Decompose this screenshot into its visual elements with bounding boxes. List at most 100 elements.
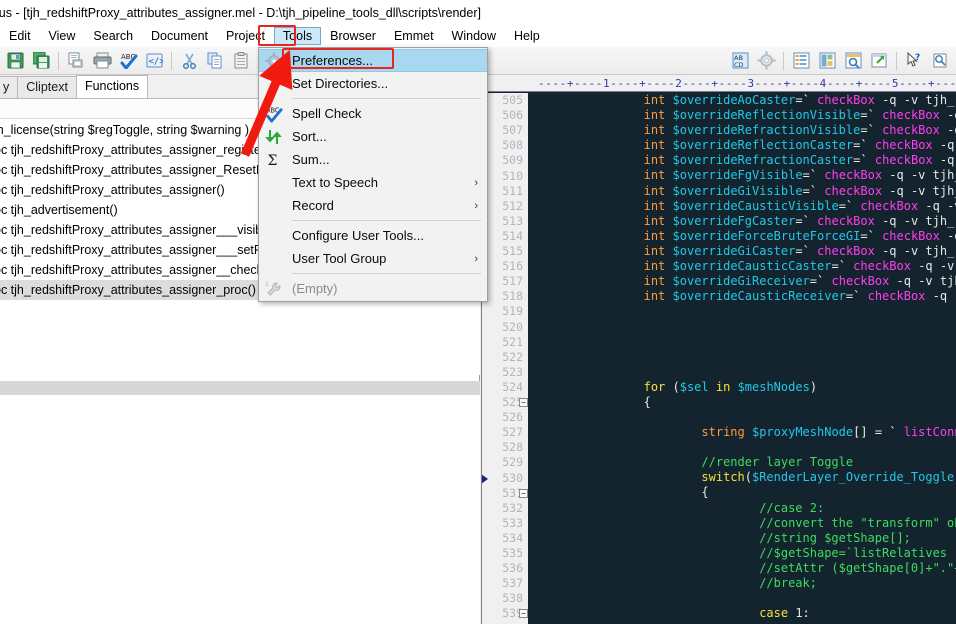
code-token: = xyxy=(809,274,818,289)
code-line[interactable]: int $overrideCausticReceiver=` checkBox … xyxy=(528,289,956,304)
code-line[interactable]: //convert the "transform" ob xyxy=(528,516,956,531)
code-line[interactable] xyxy=(528,440,956,455)
spell-check-icon[interactable]: ABC xyxy=(116,49,140,73)
menu-item-label: Help xyxy=(514,29,540,43)
code-token: -q xyxy=(939,138,955,153)
code-line[interactable] xyxy=(528,410,956,425)
menu-item-label: Emmet xyxy=(393,29,434,43)
code-line[interactable]: int $overrideRefractionVisible=` checkBo… xyxy=(528,123,956,138)
code-line[interactable] xyxy=(528,304,956,319)
code-line[interactable]: int $overrideReflectionVisible=` checkBo… xyxy=(528,108,956,123)
ab-cd-icon[interactable]: AB CD xyxy=(728,49,752,73)
bookmark-marker[interactable] xyxy=(481,473,488,484)
code-line[interactable]: int $overrideReflectionCaster=` checkBox… xyxy=(528,138,956,153)
code-line[interactable]: { xyxy=(528,395,956,410)
menu-item-view[interactable]: View xyxy=(40,27,85,45)
code-token: case xyxy=(759,606,789,621)
menu-item-set-directories[interactable]: Set Directories... xyxy=(259,72,487,95)
code-line[interactable] xyxy=(528,365,956,380)
title-bar: lus - [tjh_redshiftProxy_attributes_assi… xyxy=(0,0,956,25)
code-token: int xyxy=(643,138,666,153)
code-tags-icon[interactable]: </> xyxy=(142,49,166,73)
code-token: $sel xyxy=(679,379,709,394)
context-help-icon[interactable] xyxy=(928,49,952,73)
save-all-icon[interactable] xyxy=(29,49,53,73)
code-line[interactable]: int $overrideCausticVisible=` checkBox -… xyxy=(528,199,956,214)
copy-icon[interactable] xyxy=(203,49,227,73)
menu-item-tools[interactable]: Tools xyxy=(273,27,322,45)
code-line[interactable]: switch($RenderLayer_Override_Toggle) xyxy=(528,470,956,485)
code-fold-toggle[interactable]: − xyxy=(519,398,528,407)
code-line[interactable] xyxy=(528,591,956,606)
print-preview-icon[interactable] xyxy=(64,49,88,73)
list-panel-icon[interactable] xyxy=(789,49,813,73)
search-panel-icon[interactable] xyxy=(841,49,865,73)
menu-item-sort[interactable]: Sort... xyxy=(259,125,487,148)
panel-tab-cliptext[interactable]: Cliptext xyxy=(17,76,77,98)
help-pointer-icon[interactable]: ? xyxy=(902,49,926,73)
cut-icon[interactable] xyxy=(177,49,201,73)
panel-tab-functions[interactable]: Functions xyxy=(75,75,149,98)
menu-item-sum[interactable]: Σ Sum... xyxy=(259,148,487,171)
menu-item-user-tool-group[interactable]: User Tool Group › xyxy=(259,247,487,270)
code-line[interactable]: case 1: xyxy=(528,606,956,621)
menu-item-browser[interactable]: Browser xyxy=(321,27,385,45)
code-line[interactable] xyxy=(528,350,956,365)
menu-separator xyxy=(292,220,481,221)
code-line[interactable]: int $overrideCausticCaster=` checkBox -q… xyxy=(528,259,956,274)
line-number: 510 xyxy=(502,168,523,183)
code-line[interactable] xyxy=(528,335,956,350)
menu-item-help[interactable]: Help xyxy=(505,27,549,45)
menu-item-record[interactable]: Record › xyxy=(259,194,487,217)
gear-icon[interactable] xyxy=(754,49,778,73)
code-line[interactable]: { xyxy=(528,485,956,500)
print-icon[interactable] xyxy=(90,49,114,73)
code-line[interactable]: int $overrideRefractionCaster=` checkBox… xyxy=(528,153,956,168)
menu-item-project[interactable]: Project xyxy=(217,27,274,45)
code-fold-toggle[interactable]: − xyxy=(519,488,528,498)
panel-tab-y[interactable]: y xyxy=(0,76,19,98)
code-line[interactable]: int $overrideFgVisible=` checkBox -q -v … xyxy=(528,168,956,183)
menu-item-window[interactable]: Window xyxy=(443,27,505,45)
menu-item-spell-check[interactable]: ABC Spell Check xyxy=(259,102,487,125)
code-editor[interactable]: ----+----1----+----2----+----3----+----4… xyxy=(481,76,956,624)
code-line[interactable]: int $overrideGiReceiver=` checkBox -q -v… xyxy=(528,274,956,289)
code-line[interactable]: int $overrideFgCaster=` checkBox -q -v t… xyxy=(528,214,956,229)
code-line[interactable]: for ($sel in $meshNodes) xyxy=(528,380,956,395)
code-line[interactable]: int $overrideGiVisible=` checkBox -q -v … xyxy=(528,184,956,199)
code-fold-toggle[interactable]: − xyxy=(519,609,528,619)
menu-item-text-to-speech[interactable]: Text to Speech › xyxy=(259,171,487,194)
menu-item-document[interactable]: Document xyxy=(142,27,217,45)
code-line[interactable]: //$getShape=`listRelatives xyxy=(528,546,956,561)
menu-item-edit[interactable]: Edit xyxy=(0,27,40,45)
menu-item-search[interactable]: Search xyxy=(84,27,142,45)
menu-item-preferences[interactable]: Preferences... xyxy=(259,49,487,72)
paste-icon[interactable] xyxy=(229,49,253,73)
code-line[interactable] xyxy=(528,319,956,334)
code-token: { xyxy=(528,485,709,500)
code-line[interactable]: int $overrideForceBruteForceGI=` checkBo… xyxy=(528,229,956,244)
code-text-area[interactable]: int $overrideAoCaster=` checkBox -q -v t… xyxy=(528,93,956,624)
code-line[interactable]: //case 2: xyxy=(528,501,956,516)
code-line[interactable]: int $overrideAoCaster=` checkBox -q -v t… xyxy=(528,93,956,108)
tools-dropdown-menu[interactable]: Preferences... Set Directories... ABC Spell… xyxy=(258,47,488,302)
code-line[interactable]: //break; xyxy=(528,576,956,591)
code-line[interactable]: //setAttr ($getShape[0]+"."+ xyxy=(528,561,956,576)
layout-panel-icon[interactable] xyxy=(815,49,839,73)
code-token: ` xyxy=(867,123,875,138)
line-number: 508 xyxy=(502,138,523,153)
code-token: -q xyxy=(947,108,956,123)
menu-item-emmet[interactable]: Emmet xyxy=(385,27,443,45)
code-line[interactable]: string $proxyMeshNode[] = ` listConn xyxy=(528,425,956,440)
code-line[interactable]: //string $getShape[]; xyxy=(528,531,956,546)
save-icon[interactable] xyxy=(3,49,27,73)
code-line[interactable]: //render layer Toggle xyxy=(528,455,956,470)
code-token: ` xyxy=(802,213,810,228)
code-token: int xyxy=(643,213,666,228)
code-line[interactable]: int $overrideGiCaster=` checkBox -q -v t… xyxy=(528,244,956,259)
column-ruler-text: ----+----1----+----2----+----3----+----4… xyxy=(538,77,956,90)
external-window-icon[interactable] xyxy=(867,49,891,73)
menu-item-configure-user-tools[interactable]: Configure User Tools... xyxy=(259,224,487,247)
